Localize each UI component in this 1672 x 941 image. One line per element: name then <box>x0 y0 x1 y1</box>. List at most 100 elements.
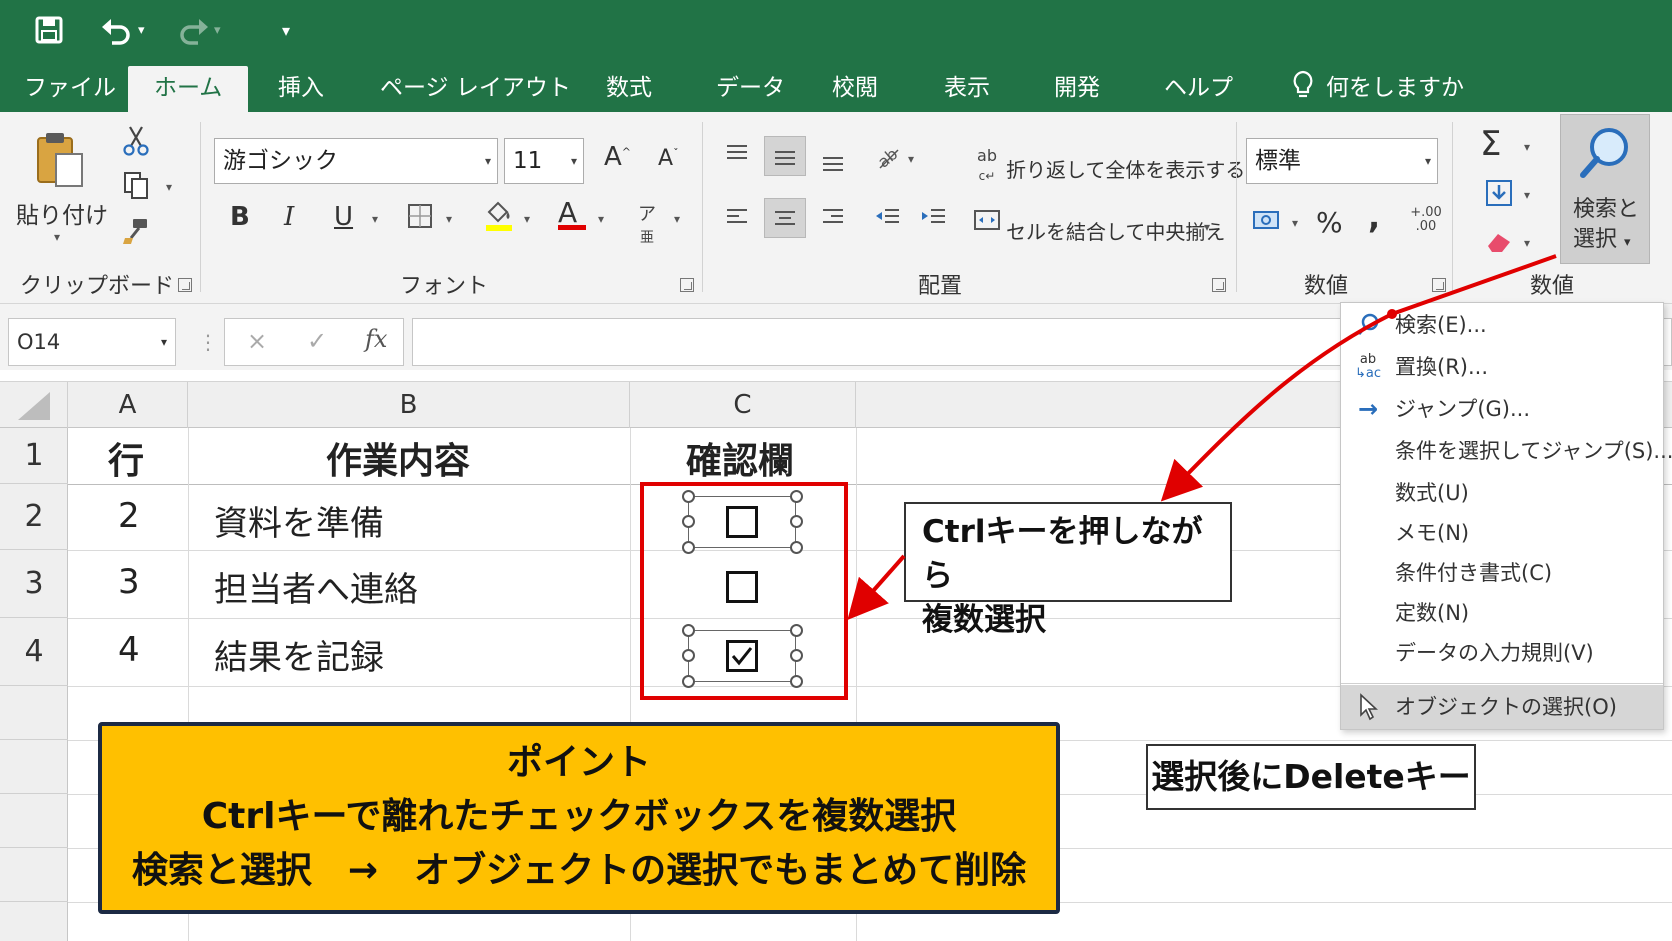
borders-icon[interactable] <box>404 202 436 237</box>
name-box-dropdown-icon[interactable]: ▾ <box>161 319 167 365</box>
row-header-6[interactable] <box>0 740 68 794</box>
tab-file[interactable]: ファイル <box>24 66 116 112</box>
cell-c1[interactable]: 確認欄 <box>686 432 794 484</box>
menu-item-replace[interactable]: ab ↳ac 置換(R)... <box>1341 347 1663 387</box>
row-header-7[interactable] <box>0 794 68 848</box>
shrink-font-button[interactable]: Aˇ <box>658 146 679 171</box>
align-left-icon[interactable] <box>722 204 752 237</box>
tell-me-box[interactable]: 何をしますか <box>1290 66 1464 112</box>
italic-button[interactable]: I <box>284 202 294 232</box>
menu-item-data-validation[interactable]: データの入力規則(V) <box>1341 633 1663 673</box>
percent-button[interactable]: % <box>1316 206 1343 239</box>
undo-icon[interactable]: ▾ <box>100 12 145 48</box>
formula-bar-handle[interactable]: ⋮ <box>198 330 218 354</box>
orientation-dropdown-icon[interactable]: ▾ <box>908 152 914 166</box>
underline-button[interactable]: U <box>334 202 353 232</box>
name-box[interactable]: O14 ▾ <box>8 318 176 366</box>
cancel-icon[interactable]: × <box>247 327 267 355</box>
clipboard-launcher-icon[interactable] <box>178 278 192 292</box>
fx-button[interactable]: fx <box>365 325 387 353</box>
align-center-icon[interactable] <box>764 198 806 238</box>
font-color-button[interactable]: A <box>558 196 586 230</box>
number-launcher-icon[interactable] <box>1432 278 1446 292</box>
tab-developer[interactable]: 開発 <box>1054 66 1100 112</box>
menu-item-find[interactable]: 検索(E)... <box>1341 305 1663 345</box>
wrap-text-icon[interactable]: ab c↵ <box>972 146 1002 184</box>
wrap-text-button[interactable]: 折り返して全体を表示する <box>1006 154 1245 183</box>
paste-label[interactable]: 貼り付け <box>16 196 108 230</box>
number-format-combo[interactable]: 標準 ▾ <box>1246 138 1438 184</box>
tab-review[interactable]: 校閲 <box>832 66 878 112</box>
decimal-icon[interactable]: +.00.00 <box>1408 206 1444 234</box>
format-painter-icon[interactable] <box>118 216 154 253</box>
column-header-c[interactable]: C <box>630 382 856 428</box>
decrease-indent-icon[interactable] <box>872 204 902 237</box>
menu-item-conditional-formatting[interactable]: 条件付き書式(C) <box>1341 553 1663 593</box>
align-bottom-icon[interactable] <box>818 148 848 181</box>
tab-page-layout[interactable]: ページ レイアウト <box>380 66 571 112</box>
cell-b2[interactable]: 資料を準備 <box>214 496 384 545</box>
column-header-b[interactable]: B <box>188 382 630 428</box>
menu-item-formulas[interactable]: 数式(U) <box>1341 473 1663 513</box>
copy-icon[interactable] <box>118 170 154 207</box>
clear-icon[interactable] <box>1482 228 1516 261</box>
currency-icon[interactable] <box>1250 206 1286 241</box>
fill-dropdown-icon[interactable]: ▾ <box>1524 188 1530 202</box>
row-header-5[interactable] <box>0 686 68 740</box>
underline-dropdown-icon[interactable]: ▾ <box>372 212 378 226</box>
font-launcher-icon[interactable] <box>680 278 694 292</box>
menu-item-constants[interactable]: 定数(N) <box>1341 593 1663 633</box>
borders-dropdown-icon[interactable]: ▾ <box>446 212 452 226</box>
find-select-button[interactable]: 検索と 選択 ▾ <box>1560 114 1650 264</box>
enter-icon[interactable]: ✓ <box>307 327 327 355</box>
merge-dropdown-icon[interactable]: ▾ <box>1204 220 1210 234</box>
alignment-launcher-icon[interactable] <box>1212 278 1226 292</box>
cell-a3[interactable]: 3 <box>118 562 140 602</box>
menu-item-select-objects[interactable]: オブジェクトの選択(O) <box>1341 685 1663 729</box>
clear-dropdown-icon[interactable]: ▾ <box>1524 236 1530 250</box>
select-all-button[interactable] <box>0 382 68 428</box>
align-top-icon[interactable] <box>722 140 752 173</box>
row-header-2[interactable]: 2 <box>0 484 68 550</box>
cell-a1[interactable]: 行 <box>108 432 144 484</box>
menu-item-notes[interactable]: メモ(N) <box>1341 513 1663 553</box>
bold-button[interactable]: B <box>230 202 250 232</box>
font-size-combo[interactable]: 11 ▾ <box>504 138 584 184</box>
cell-a2[interactable]: 2 <box>118 496 140 536</box>
tab-data[interactable]: データ <box>716 66 785 112</box>
fill-color-icon[interactable] <box>482 198 516 239</box>
cell-b3[interactable]: 担当者へ連絡 <box>214 562 418 611</box>
cut-icon[interactable] <box>118 124 154 163</box>
increase-indent-icon[interactable] <box>918 204 948 237</box>
tab-formulas[interactable]: 数式 <box>606 66 652 112</box>
cell-a4[interactable]: 4 <box>118 630 140 670</box>
tab-home[interactable]: ホーム <box>128 66 249 112</box>
menu-item-goto[interactable]: → ジャンプ(G)... <box>1341 389 1663 429</box>
fill-icon[interactable] <box>1482 178 1516 215</box>
menu-item-goto-special[interactable]: 条件を選択してジャンプ(S)... <box>1341 431 1672 471</box>
phonetic-dropdown-icon[interactable]: ▾ <box>674 212 680 226</box>
font-color-dropdown-icon[interactable]: ▾ <box>598 212 604 226</box>
row-header-1[interactable]: 1 <box>0 428 68 484</box>
paste-dropdown-icon[interactable]: ▾ <box>54 230 60 244</box>
autosum-dropdown-icon[interactable]: ▾ <box>1524 140 1530 154</box>
autosum-button[interactable]: Σ <box>1480 124 1501 164</box>
cell-b4[interactable]: 結果を記録 <box>214 630 384 679</box>
orientation-icon[interactable]: ab <box>872 142 902 179</box>
cell-b1[interactable]: 作業内容 <box>326 432 470 484</box>
font-name-combo[interactable]: 游ゴシック ▾ <box>214 138 498 184</box>
customize-qat-icon[interactable]: ▾ <box>282 12 290 48</box>
chevron-down-icon[interactable]: ▾ <box>138 23 145 38</box>
row-header-4[interactable]: 4 <box>0 618 68 686</box>
paste-icon[interactable] <box>32 130 88 190</box>
fill-color-dropdown-icon[interactable]: ▾ <box>524 212 530 226</box>
save-icon[interactable] <box>34 12 64 48</box>
merge-center-button[interactable]: セルを結合して中央揃え <box>1006 216 1225 245</box>
phonetic-icon[interactable]: ア亜 <box>632 200 662 247</box>
tab-view[interactable]: 表示 <box>944 66 990 112</box>
currency-dropdown-icon[interactable]: ▾ <box>1292 216 1298 230</box>
align-middle-icon[interactable] <box>764 136 806 176</box>
column-header-a[interactable]: A <box>68 382 188 428</box>
align-right-icon[interactable] <box>818 204 848 237</box>
redo-icon[interactable]: ▾ <box>176 12 221 48</box>
